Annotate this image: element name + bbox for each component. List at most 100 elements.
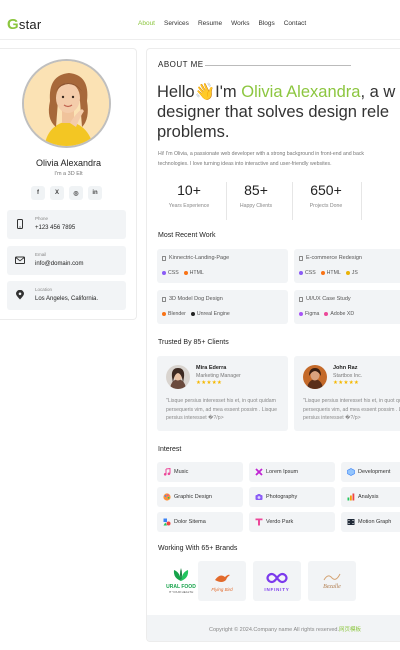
work-title-row: UI/UX Case Study <box>299 296 351 302</box>
tag-label: JS <box>351 270 358 276</box>
tag: Unreal Engine <box>190 311 230 317</box>
linkedin-icon[interactable]: in <box>88 186 102 200</box>
interest-label: Photography <box>266 494 298 500</box>
stats-row: 10+ Years Experience 85+ Happy Clients 6… <box>158 182 400 220</box>
work-title-row: Kinnectric-Landing-Page <box>162 255 229 261</box>
work-title-row: E-commerce Redesign <box>299 255 362 261</box>
interest-item: Motion Graph <box>341 512 400 532</box>
nav-item-services[interactable]: Services <box>164 20 189 27</box>
shapes-icon <box>163 518 171 526</box>
stat-projects-label: Projects Done <box>309 203 343 209</box>
tag-label: Figma <box>305 311 320 317</box>
brand-logo[interactable]: Bezalle <box>308 561 356 601</box>
email-label: Email <box>35 252 47 257</box>
profile-name: Olivia Alexandra <box>35 158 102 168</box>
work-tags: CSS HTML <box>162 270 204 276</box>
work-tags: Blender Unreal Engine <box>162 311 230 317</box>
email-value[interactable]: info@domain.com <box>35 261 83 267</box>
portfolio-page: Gstar About Services Resume Works Blogs … <box>0 0 400 650</box>
leaf-icon <box>173 568 189 581</box>
rating-stars: ★★★★★ <box>196 380 223 386</box>
client-role: Startbox Inc. <box>333 373 363 379</box>
facebook-icon[interactable]: f <box>31 186 45 200</box>
copyright-main: Copyright © 2024.Company name All rights… <box>209 627 340 633</box>
tag-dot <box>345 271 350 275</box>
tag-dot <box>183 271 188 275</box>
film-icon <box>347 519 355 525</box>
phone-label: Phone <box>35 216 49 221</box>
waving-hand-icon: 👋 <box>194 83 216 101</box>
profile-card: Olivia Alexandra I'm a 3D Elt f X ◎ in P… <box>0 48 137 320</box>
work-title: UI/UX Case Study <box>306 296 351 302</box>
contact-phone: Phone +123 456 7895 <box>7 210 126 239</box>
tag: Blender <box>162 311 186 317</box>
work-card[interactable]: Kinnectric-Landing-Page CSS HTML <box>157 249 288 283</box>
tag: HTML <box>320 270 341 276</box>
tag-dot <box>320 271 325 275</box>
interest-item: Graphic Design <box>157 487 243 507</box>
infinity-icon <box>266 572 288 583</box>
testimonial-quote: "Lisque persius interesset his et, in qu… <box>303 398 400 421</box>
brand-logo[interactable]: INFINITY <box>253 561 301 601</box>
copyright-text: Copyright © 2024.Company name All rights… <box>209 625 361 633</box>
brand-logo[interactable]: Flying Bird <box>198 561 246 601</box>
tag-label: CSS <box>168 270 179 276</box>
footer-credit-link[interactable]: 网页模板 <box>339 627 361 633</box>
nav-item-blogs[interactable]: Blogs <box>258 20 274 27</box>
testimonials-section-title: Trusted By 85+ Clients <box>158 339 229 346</box>
stat-clients-number: 85+ <box>244 182 268 198</box>
hero-line2: designer that solves design rele <box>157 103 390 121</box>
client-photo <box>166 365 190 389</box>
document-icon <box>299 255 303 261</box>
nav-item-about[interactable]: About <box>138 20 155 27</box>
bar-chart-icon <box>347 493 355 501</box>
palette-icon <box>163 493 171 501</box>
work-card[interactable]: 3D Model Dog Design Blender Unreal Engin… <box>157 290 288 324</box>
location-value: Los Angeles, California. <box>35 296 99 302</box>
nav-item-resume[interactable]: Resume <box>198 20 222 27</box>
tag-dot <box>162 312 166 316</box>
main-content: ABOUT ME Hello👋I'm Olivia Alexandra, a w… <box>146 48 400 642</box>
client-avatar <box>166 365 190 389</box>
tag: Adobe XD <box>324 311 354 317</box>
document-icon <box>162 296 166 302</box>
script-flourish-icon <box>323 573 341 581</box>
interest-label: Motion Graph <box>358 519 392 525</box>
avatar-illustration <box>24 61 109 146</box>
nav-item-works[interactable]: Works <box>231 20 249 27</box>
x-twitter-icon[interactable]: X <box>50 186 64 200</box>
work-card[interactable]: UI/UX Case Study Figma Adobe XD <box>294 290 400 324</box>
interest-label: Graphic Design <box>174 494 212 500</box>
brands-section-title: Working With 65+ Brands <box>158 545 238 552</box>
rating-stars: ★★★★★ <box>333 380 360 386</box>
interest-label: Lorem Ipsum <box>266 469 299 475</box>
bird-icon <box>215 574 230 582</box>
top-navbar: Gstar About Services Resume Works Blogs … <box>0 0 400 40</box>
stat-projects: 650+ Projects Done <box>291 182 361 209</box>
interest-label: Analysis <box>358 494 379 500</box>
music-note-icon <box>163 468 171 476</box>
tag-label: CSS <box>305 270 316 276</box>
social-links: f X ◎ in <box>31 186 102 200</box>
site-logo[interactable]: Gstar <box>7 16 41 33</box>
tag: HTML <box>183 270 204 276</box>
instagram-icon[interactable]: ◎ <box>69 186 83 200</box>
logo-text: star <box>18 17 42 32</box>
brand-name: Bezalle <box>323 584 341 590</box>
work-tags: CSS HTML JS <box>299 270 358 276</box>
cube-icon <box>347 468 355 476</box>
bio-text: Hi! I'm Olivia, a passionate web develop… <box>158 149 400 169</box>
client-role: Marketing Manager <box>196 373 241 379</box>
tag: CSS <box>299 270 316 276</box>
phone-value[interactable]: +123 456 7895 <box>35 225 75 231</box>
nav-item-contact[interactable]: Contact <box>284 20 306 27</box>
document-icon <box>162 255 166 261</box>
location-pin-icon <box>16 290 24 300</box>
tag-dot <box>299 271 303 275</box>
tag: Figma <box>299 311 319 317</box>
client-avatar <box>303 365 327 389</box>
camera-icon <box>255 494 263 500</box>
document-icon <box>299 296 303 302</box>
work-card[interactable]: E-commerce Redesign CSS HTML JS <box>294 249 400 283</box>
bio-line1: Hi! I'm Olivia, a passionate web develop… <box>158 151 365 157</box>
